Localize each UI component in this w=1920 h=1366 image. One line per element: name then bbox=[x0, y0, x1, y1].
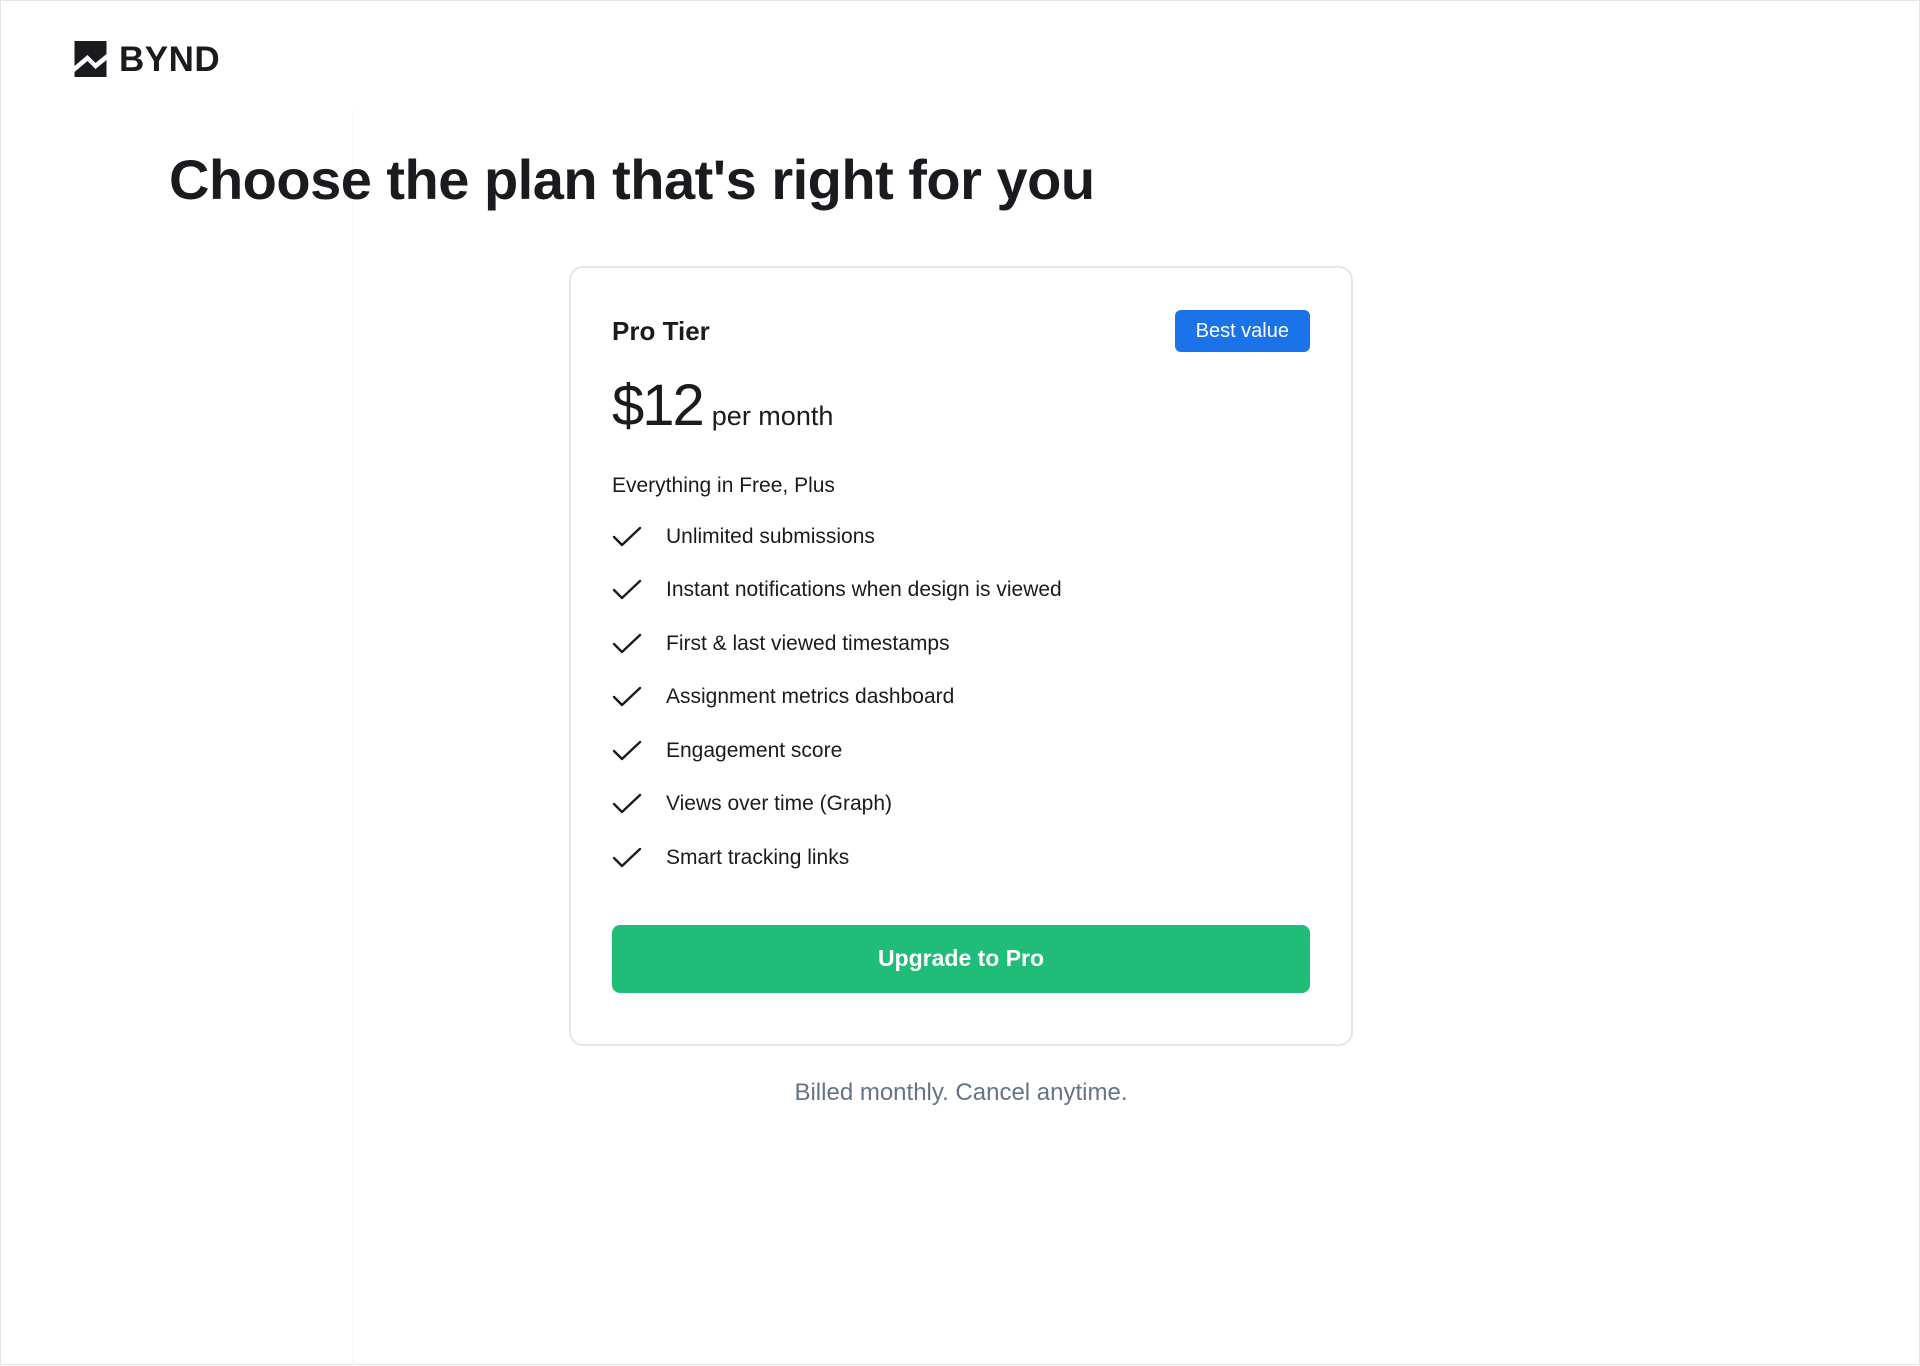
feature-item: Assignment metrics dashboard bbox=[612, 671, 1310, 725]
feature-item: Instant notifications when design is vie… bbox=[612, 564, 1310, 618]
plan-card: Pro Tier Best value $12 per month Everyt… bbox=[569, 266, 1353, 1046]
brand-name: BYND bbox=[119, 39, 221, 79]
feature-item: Smart tracking links bbox=[612, 831, 1310, 885]
background-divider bbox=[352, 109, 353, 1366]
price-row: $12 per month bbox=[612, 372, 1310, 440]
feature-list: Unlimited submissions Instant notificati… bbox=[612, 510, 1310, 885]
feature-label: Unlimited submissions bbox=[666, 524, 875, 548]
billing-note: Billed monthly. Cancel anytime. bbox=[794, 1079, 1128, 1106]
feature-label: Engagement score bbox=[666, 738, 843, 762]
bynd-logo-icon bbox=[74, 41, 107, 77]
feature-label: Views over time (Graph) bbox=[666, 792, 893, 816]
check-icon bbox=[612, 633, 642, 653]
check-icon bbox=[612, 526, 642, 546]
best-value-badge: Best value bbox=[1174, 310, 1310, 352]
brand-logo[interactable]: BYND bbox=[74, 41, 220, 77]
check-icon bbox=[612, 794, 642, 814]
plan-price: $12 bbox=[612, 373, 705, 438]
plan-name: Pro Tier bbox=[612, 315, 710, 346]
check-icon bbox=[612, 580, 642, 600]
feature-item: Engagement score bbox=[612, 724, 1310, 778]
page-title: Choose the plan that's right for you bbox=[169, 148, 1095, 211]
upgrade-to-pro-button[interactable]: Upgrade to Pro bbox=[612, 924, 1310, 993]
feature-item: Views over time (Graph) bbox=[612, 778, 1310, 832]
check-icon bbox=[612, 740, 642, 760]
plan-card-header: Pro Tier Best value bbox=[612, 310, 1310, 352]
check-icon bbox=[612, 687, 642, 707]
feature-item: First & last viewed timestamps bbox=[612, 617, 1310, 671]
check-icon bbox=[612, 847, 642, 867]
feature-label: Instant notifications when design is vie… bbox=[666, 578, 1062, 602]
feature-label: Smart tracking links bbox=[666, 845, 850, 869]
feature-item: Unlimited submissions bbox=[612, 510, 1310, 564]
feature-label: Assignment metrics dashboard bbox=[666, 685, 955, 709]
billing-period: per month bbox=[711, 401, 834, 431]
feature-label: First & last viewed timestamps bbox=[666, 631, 950, 655]
features-intro: Everything in Free, Plus bbox=[612, 474, 835, 497]
